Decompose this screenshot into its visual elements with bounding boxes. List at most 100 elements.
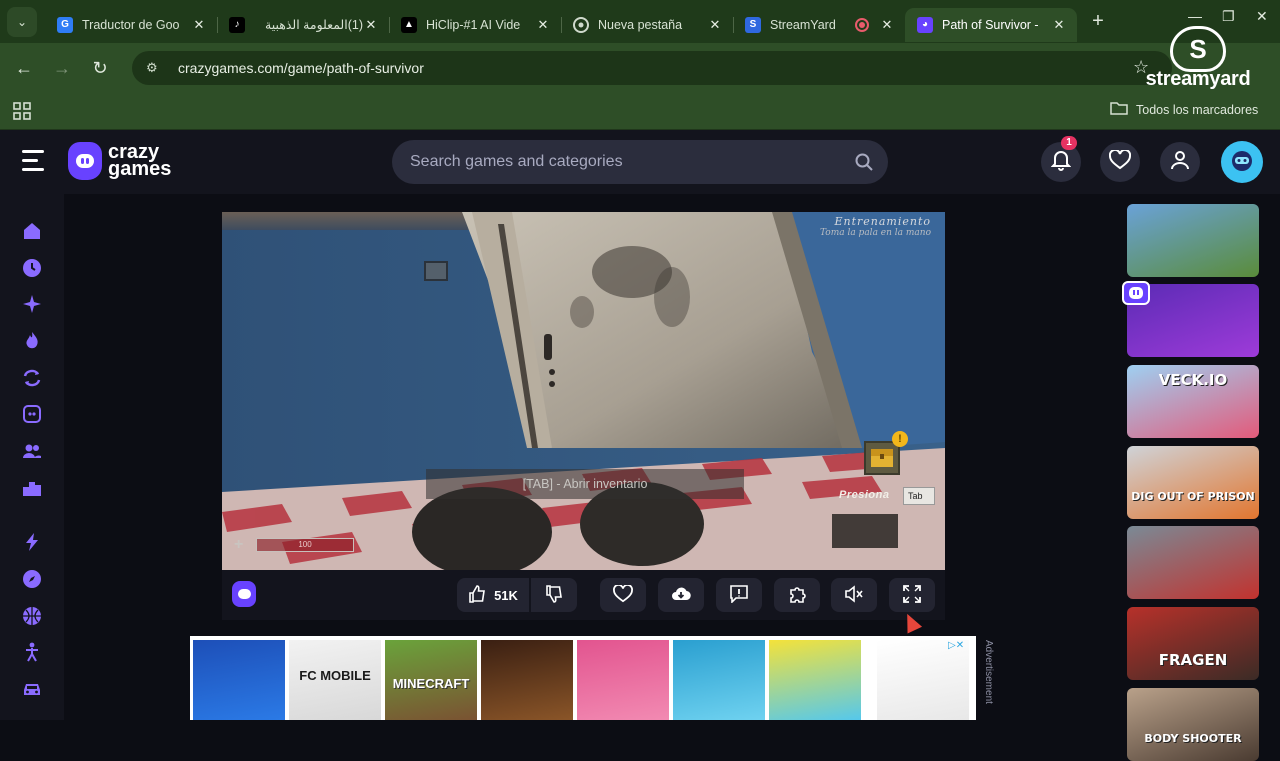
watermark-text: streamyard bbox=[1145, 68, 1251, 90]
trending-icon[interactable] bbox=[19, 328, 45, 354]
game-canvas[interactable]: Entrenamiento Toma la pala en la mano [T… bbox=[222, 212, 945, 570]
reload-icon: ↻ bbox=[92, 57, 108, 78]
close-icon[interactable]: ✕ bbox=[1051, 17, 1067, 33]
tab-path-of-survivor[interactable]: ◕ Path of Survivor - ✕ bbox=[905, 7, 1077, 42]
site-settings-icon[interactable]: ⚙ bbox=[146, 60, 166, 76]
logo-text-line2: games bbox=[108, 158, 172, 180]
home-icon[interactable] bbox=[19, 218, 45, 244]
recording-icon bbox=[855, 17, 869, 32]
ad-app-tile[interactable] bbox=[877, 640, 969, 720]
tab-hiclip[interactable]: ▲ HiClip-#1 AI Vide ✕ bbox=[389, 8, 562, 42]
close-icon[interactable]: ✕ bbox=[191, 17, 207, 33]
hud-objective: Entrenamiento Toma la pala en la mano bbox=[820, 215, 931, 238]
adventure-icon[interactable] bbox=[19, 566, 45, 592]
favorites-button[interactable] bbox=[1100, 142, 1140, 182]
all-bookmarks[interactable]: Todos los marcadores bbox=[1110, 101, 1258, 118]
crazygames-logo[interactable]: crazy games bbox=[68, 142, 171, 180]
reload-button[interactable]: ↻ bbox=[81, 49, 119, 87]
health-bar: 100 bbox=[256, 538, 354, 552]
ad-choices-icon[interactable]: ▷✕ bbox=[948, 640, 964, 651]
game-thumbnail-title: VECK.IO bbox=[1158, 371, 1228, 389]
tab-title: HiClip-#1 AI Vide bbox=[426, 17, 521, 32]
restore-icon[interactable]: ❐ bbox=[1222, 8, 1235, 25]
close-icon[interactable]: ✕ bbox=[707, 17, 723, 33]
search-bar[interactable] bbox=[392, 140, 888, 184]
ad-app-tile[interactable]: MINECRAFT bbox=[385, 640, 477, 720]
friends-button[interactable] bbox=[1160, 142, 1200, 182]
game-thumbnail[interactable] bbox=[1127, 526, 1259, 599]
crazygames-small-logo-icon[interactable] bbox=[232, 581, 256, 607]
fullscreen-button[interactable] bbox=[889, 578, 935, 612]
stickman-icon[interactable] bbox=[19, 639, 45, 665]
forward-button[interactable]: → bbox=[43, 49, 81, 87]
game-thumbnail-title: DIG OUT OF PRISON bbox=[1131, 490, 1255, 503]
tab-search-button[interactable]: ⌄ bbox=[7, 6, 37, 37]
mute-button[interactable] bbox=[831, 578, 877, 612]
ad-app-tile[interactable] bbox=[193, 640, 285, 720]
hud-subtitle: Toma la pala en la mano bbox=[819, 228, 931, 238]
ad-app-tile[interactable] bbox=[769, 640, 861, 720]
avatar[interactable] bbox=[1221, 141, 1263, 183]
hiclip-icon: ▲ bbox=[401, 16, 417, 33]
close-icon[interactable]: ✕ bbox=[879, 17, 895, 33]
like-button[interactable]: 51K bbox=[457, 578, 529, 612]
updated-icon[interactable] bbox=[19, 365, 45, 391]
multiplayer-icon[interactable] bbox=[19, 438, 45, 464]
game-thumbnail[interactable]: BODY SHOOTER bbox=[1127, 688, 1259, 761]
ad-app-tile[interactable] bbox=[481, 640, 573, 720]
browser-tab-strip: ⌄ G Traductor de Goo ✕ ♪ (1)المعلومة الذ… bbox=[0, 0, 1280, 43]
tab-google-translate[interactable]: G Traductor de Goo ✕ bbox=[45, 8, 218, 42]
minimize-icon[interactable]: — bbox=[1188, 8, 1202, 24]
back-button[interactable]: ← bbox=[5, 49, 43, 87]
favorite-game-button[interactable] bbox=[600, 578, 646, 612]
game-thumbnail[interactable]: VECK.IO bbox=[1127, 365, 1259, 438]
streamyard-watermark: S streamyard bbox=[1128, 26, 1268, 91]
address-bar[interactable]: ⚙ crazygames.com/game/path-of-survivor bbox=[132, 51, 1172, 85]
tab-tiktok[interactable]: ♪ (1)المعلومة الذهبية ✕ bbox=[217, 8, 390, 42]
close-icon[interactable]: ✕ bbox=[363, 17, 379, 33]
tab-streamyard[interactable]: S StreamYard ✕ bbox=[733, 8, 905, 42]
health-plus-icon: + bbox=[234, 536, 244, 553]
ad-banner[interactable]: FC MOBILE MINECRAFT bbox=[190, 636, 976, 720]
menu-toggle-icon[interactable] bbox=[22, 150, 46, 172]
car-icon[interactable] bbox=[19, 676, 45, 702]
close-icon[interactable]: ✕ bbox=[535, 17, 551, 33]
crazygames-icon: ◕ bbox=[917, 16, 933, 33]
notification-count-badge: 1 bbox=[1061, 136, 1077, 150]
game-thumbnail-title: BODY SHOOTER bbox=[1144, 732, 1242, 745]
thumbs-up-icon bbox=[468, 584, 486, 606]
tab-key-icon: Tab bbox=[903, 487, 935, 505]
notifications-button[interactable]: 1 bbox=[1041, 136, 1081, 182]
search-icon[interactable] bbox=[840, 152, 888, 172]
game-toolbar: 51K bbox=[222, 570, 945, 620]
chrome-icon bbox=[573, 16, 589, 33]
ad-app-tile[interactable]: FC MOBILE bbox=[289, 640, 381, 720]
game-thumbnail[interactable] bbox=[1127, 204, 1259, 277]
tab-title: (1)المعلومة الذهبية bbox=[265, 18, 363, 32]
originals-icon[interactable] bbox=[19, 401, 45, 427]
ad-app-tile[interactable] bbox=[577, 640, 669, 720]
apps-grid-icon[interactable] bbox=[13, 102, 31, 125]
recent-icon[interactable] bbox=[19, 255, 45, 281]
heart-icon bbox=[1108, 148, 1132, 175]
tab-new-tab[interactable]: Nueva pestaña ✕ bbox=[561, 8, 734, 42]
thumbs-down-icon bbox=[545, 584, 563, 606]
search-input[interactable] bbox=[410, 153, 840, 171]
leaderboard-icon[interactable] bbox=[19, 475, 45, 501]
new-icon[interactable] bbox=[19, 291, 45, 317]
tab-title: StreamYard bbox=[770, 17, 836, 32]
game-thumbnail[interactable]: DIG OUT OF PRISON bbox=[1127, 446, 1259, 519]
embed-button[interactable] bbox=[774, 578, 820, 612]
download-button[interactable] bbox=[658, 578, 704, 612]
ad-app-title: MINECRAFT bbox=[392, 676, 470, 691]
dislike-button[interactable] bbox=[531, 578, 577, 612]
report-button[interactable] bbox=[716, 578, 762, 612]
action-icon[interactable] bbox=[19, 529, 45, 555]
inventory-alert-badge: ! bbox=[892, 431, 908, 447]
ad-app-tile[interactable] bbox=[673, 640, 765, 720]
new-tab-button[interactable]: + bbox=[1083, 7, 1113, 37]
game-thumbnail[interactable]: FRAGEN bbox=[1127, 607, 1259, 680]
basketball-icon[interactable] bbox=[19, 603, 45, 629]
window-close-icon[interactable]: ✕ bbox=[1256, 8, 1268, 25]
puzzle-icon bbox=[787, 584, 807, 607]
